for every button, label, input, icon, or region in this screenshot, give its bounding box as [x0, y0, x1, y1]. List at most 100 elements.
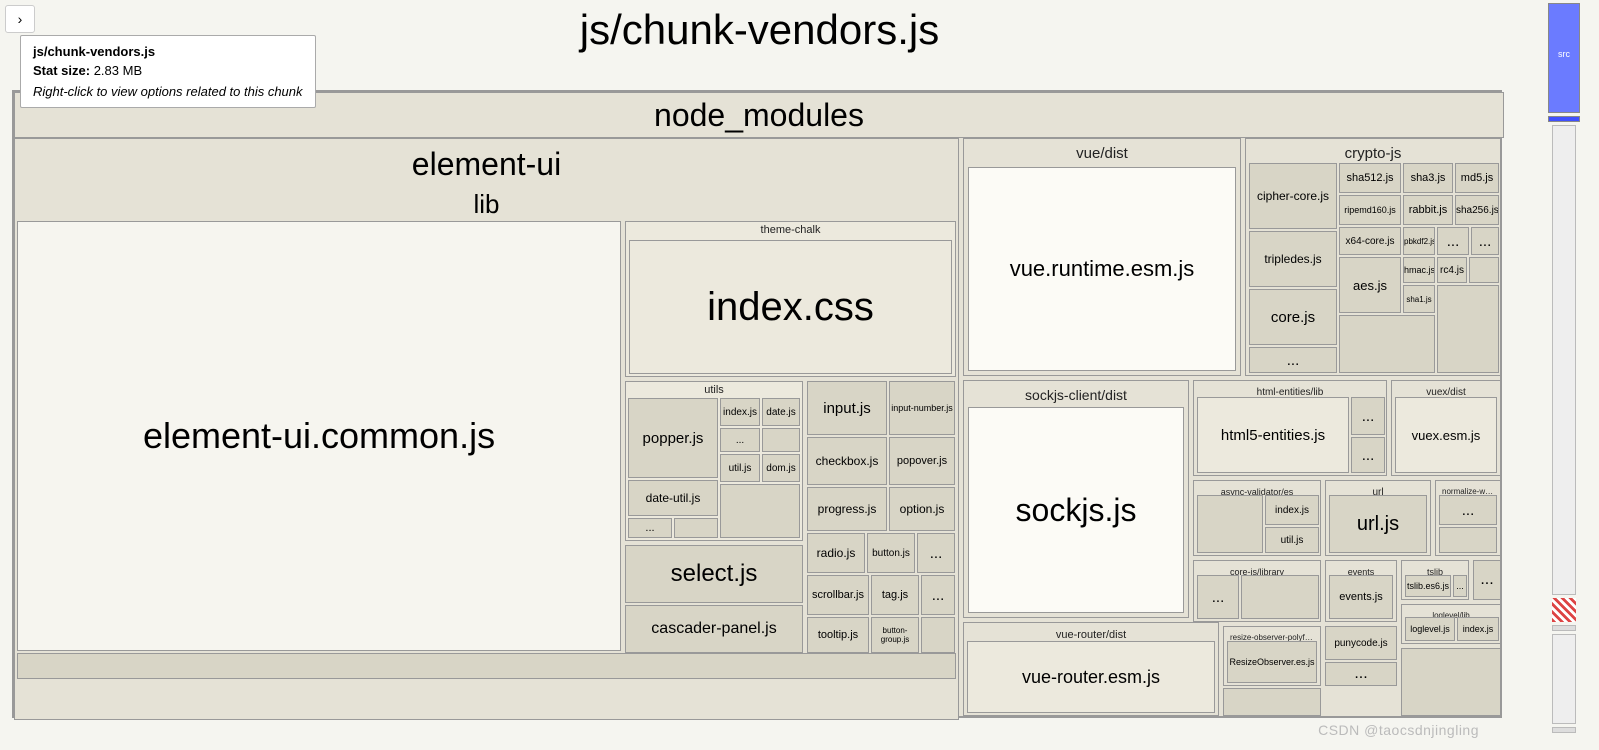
sidebar-thumb-active[interactable]: src	[1548, 3, 1580, 113]
cell-rabbit[interactable]: rabbit.js	[1403, 195, 1453, 225]
cell-loglevel-idx[interactable]: index.js	[1457, 617, 1499, 641]
cell-tiny-2[interactable]	[762, 428, 800, 452]
cell-input[interactable]: input.js	[807, 381, 887, 435]
cell-html5-entities[interactable]: html5-entities.js	[1197, 397, 1349, 473]
theme-chalk-group[interactable]: theme-chalk index.css	[625, 221, 956, 377]
cell-dots-1[interactable]: ...	[628, 518, 672, 538]
cell-tiny-3[interactable]	[921, 617, 955, 653]
url-group[interactable]: url url.js	[1325, 480, 1431, 556]
cell-tag[interactable]: tag.js	[871, 575, 919, 615]
sidebar-thumb-thin2[interactable]	[1552, 727, 1576, 733]
cell-loglevel[interactable]: loglevel.js	[1405, 617, 1455, 641]
cell-crypto-dots[interactable]: ...	[1249, 347, 1337, 373]
sidebar-thumb-tall[interactable]	[1552, 125, 1576, 595]
cell-resize-observer[interactable]: ResizeObserver.es.js	[1227, 641, 1317, 683]
cell-md5[interactable]: md5.js	[1455, 163, 1499, 193]
cell-crypto-d1[interactable]: ...	[1437, 227, 1469, 255]
cell-dom-js[interactable]: dom.js	[762, 454, 800, 482]
sidebar-thumb-icon[interactable]	[1552, 598, 1576, 622]
cell-vue-runtime[interactable]: vue.runtime.esm.js	[968, 167, 1236, 371]
crypto-group[interactable]: crypto-js cipher-core.js tripledes.js co…	[1245, 138, 1501, 376]
cell-sha3[interactable]: sha3.js	[1403, 163, 1453, 193]
cell-cj-grid[interactable]	[1241, 575, 1319, 619]
cell-crypto-grid2[interactable]	[1339, 315, 1435, 373]
cell-cascader[interactable]: cascader-panel.js	[625, 605, 803, 653]
cell-cj-d[interactable]: ...	[1197, 575, 1239, 619]
events-group[interactable]: events events.js	[1325, 560, 1397, 622]
vue-dist-group[interactable]: vue/dist vue.runtime.esm.js	[963, 138, 1241, 376]
normalize-wheel-group[interactable]: normalize-wheel ...	[1435, 480, 1501, 556]
cell-popper[interactable]: popper.js	[628, 398, 718, 478]
cell-tiny-1[interactable]	[674, 518, 718, 538]
cell-popover[interactable]: popover.js	[889, 437, 955, 485]
vue-router-group[interactable]: vue-router/dist vue-router.esm.js	[963, 622, 1219, 716]
cell-url[interactable]: url.js	[1329, 495, 1427, 553]
element-ui-group[interactable]: element-ui lib element-ui.common.js them…	[14, 138, 959, 720]
loglevel-group[interactable]: loglevel/lib loglevel.js index.js	[1401, 604, 1501, 644]
cell-option[interactable]: option.js	[889, 487, 955, 531]
cell-tooltip-js[interactable]: tooltip.js	[807, 617, 869, 653]
tslib-group[interactable]: tslib tslib.es6.js ...	[1401, 560, 1469, 600]
cell-bottom-strip[interactable]	[17, 653, 956, 679]
cell-scrollbar[interactable]: scrollbar.js	[807, 575, 869, 615]
cell-sha512[interactable]: sha512.js	[1339, 163, 1401, 193]
cell-button-group[interactable]: button-group.js	[871, 617, 919, 653]
html-entities-group[interactable]: html-entities/lib html5-entities.js ... …	[1193, 380, 1387, 476]
cell-dots-2[interactable]: ...	[720, 428, 760, 452]
cell-tiny-bottom-grid[interactable]	[1401, 648, 1501, 716]
sidebar-thumb-mid[interactable]	[1552, 634, 1576, 724]
cell-cipher-core[interactable]: cipher-core.js	[1249, 163, 1337, 229]
cell-sockjs[interactable]: sockjs.js	[968, 407, 1184, 613]
treemap[interactable]: node_modules element-ui lib element-ui.c…	[12, 90, 1502, 718]
sidebar-thumb-thin1[interactable]	[1552, 625, 1576, 631]
cell-util-js[interactable]: util.js	[720, 454, 760, 482]
async-validator-group[interactable]: async-validator/es index.js util.js	[1193, 480, 1321, 556]
cell-vuex[interactable]: vuex.esm.js	[1395, 397, 1497, 473]
cell-crypto-d2[interactable]: ...	[1471, 227, 1499, 255]
cell-punycode[interactable]: punycode.js	[1325, 626, 1397, 660]
cell-radio[interactable]: radio.js	[807, 533, 865, 573]
cell-select[interactable]: select.js	[625, 545, 803, 603]
cell-crypto-t1[interactable]	[1469, 257, 1499, 283]
cell-events[interactable]: events.js	[1329, 575, 1393, 619]
cell-nw-d1[interactable]: ...	[1439, 495, 1497, 525]
cell-index-css[interactable]: index.css	[629, 240, 952, 374]
cell-aes[interactable]: aes.js	[1339, 257, 1401, 313]
cell-tripledes[interactable]: tripledes.js	[1249, 231, 1337, 287]
cell-he-d1[interactable]: ...	[1351, 397, 1385, 435]
sidebar-thumb-bar[interactable]	[1548, 116, 1580, 122]
cell-hmac[interactable]: hmac.js	[1403, 257, 1435, 283]
cell-rc4[interactable]: rc4.js	[1437, 257, 1467, 283]
cell-tslib-d[interactable]: ...	[1453, 575, 1467, 597]
core-js-group[interactable]: core-js/library ...	[1193, 560, 1321, 622]
sockjs-group[interactable]: sockjs-client/dist sockjs.js	[963, 380, 1189, 618]
cell-sha256[interactable]: sha256.js	[1455, 195, 1499, 225]
cell-element-ui-common[interactable]: element-ui.common.js	[17, 221, 621, 651]
cell-progress[interactable]: progress.js	[807, 487, 887, 531]
resize-observer-group[interactable]: resize-observer-polyfill/dist ResizeObse…	[1223, 626, 1321, 686]
cell-crypto-grid[interactable]	[1437, 285, 1499, 373]
cell-checkbox[interactable]: checkbox.js	[807, 437, 887, 485]
cell-core[interactable]: core.js	[1249, 289, 1337, 345]
cell-vue-router[interactable]: vue-router.esm.js	[967, 641, 1215, 713]
cell-pbkdf2[interactable]: pbkdf2.js	[1403, 227, 1435, 255]
cell-tslib[interactable]: tslib.es6.js	[1405, 575, 1451, 597]
cell-av-grid[interactable]	[1197, 495, 1263, 553]
cell-button[interactable]: button.js	[867, 533, 915, 573]
utils-group[interactable]: utils popper.js date-util.js ... index.j…	[625, 381, 803, 541]
cell-dots-4[interactable]: ...	[921, 575, 955, 615]
cell-dots-3[interactable]: ...	[917, 533, 955, 573]
cell-x64[interactable]: x64-core.js	[1339, 227, 1401, 255]
cell-av-index[interactable]: index.js	[1265, 495, 1319, 525]
cell-misc-d[interactable]: ...	[1473, 560, 1501, 600]
cell-ro-bottom[interactable]	[1223, 688, 1321, 716]
lib-group[interactable]: lib element-ui.common.js theme-chalk ind…	[17, 183, 956, 717]
cell-date-util[interactable]: date-util.js	[628, 480, 718, 516]
cell-date-js[interactable]: date.js	[762, 398, 800, 426]
vuex-group[interactable]: vuex/dist vuex.esm.js	[1391, 380, 1501, 476]
cell-dots-bottom[interactable]: ...	[1325, 662, 1397, 686]
cell-ripemd[interactable]: ripemd160.js	[1339, 195, 1401, 225]
cell-nw-t1[interactable]	[1439, 527, 1497, 553]
sidebar-toggle-button[interactable]: ›	[5, 5, 35, 33]
cell-index-js[interactable]: index.js	[720, 398, 760, 426]
